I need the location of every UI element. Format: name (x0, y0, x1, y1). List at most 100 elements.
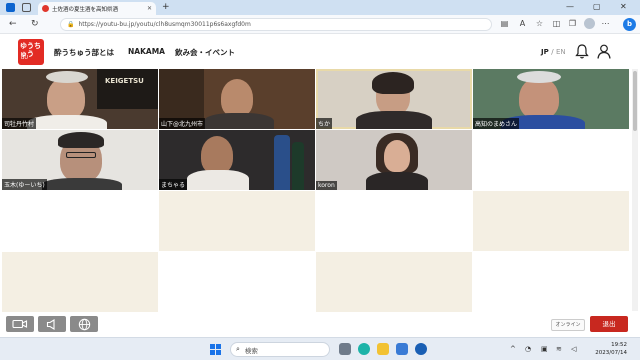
windows-start-icon[interactable] (210, 344, 221, 355)
address-bar[interactable]: 🔒 https://youtu-bu.jp/youtu/clh8usmqm300… (60, 18, 492, 31)
browser-app-icon[interactable] (415, 343, 427, 355)
split-screen-icon[interactable]: ◫ (552, 19, 561, 28)
empty-slot (316, 191, 472, 251)
close-window-icon[interactable]: ✕ (620, 1, 627, 13)
globe-button[interactable] (70, 316, 98, 332)
video-tile[interactable]: koron (316, 130, 472, 190)
participant-hair (46, 71, 88, 83)
read-aloud-icon[interactable]: A (518, 19, 527, 28)
video-tile[interactable]: まちゃる (159, 130, 315, 190)
participant-name: 司牡丹竹村 (2, 118, 37, 129)
tab-title: 土佐酒の夏生酒を高知県酒 (52, 6, 119, 13)
nav-about[interactable]: 酔うちゅう部とは (54, 47, 114, 58)
empty-slot (2, 191, 158, 251)
page-scrollbar[interactable] (632, 69, 638, 311)
participant-face (519, 77, 559, 119)
participant-body (356, 111, 432, 129)
task-view-icon[interactable] (339, 343, 351, 355)
call-controls: オンライン 退出 (0, 312, 632, 336)
browser-toolbar: ← ↻ 🔒 https://youtu-bu.jp/youtu/clh8usmq… (0, 15, 640, 34)
nav-nakama[interactable]: NAKAMA (128, 47, 165, 56)
taskbar-search[interactable]: ⌕ 検索 (230, 342, 330, 357)
participant-name: 玉木(ゆーいち) (2, 179, 47, 190)
scrollbar-thumb[interactable] (633, 71, 637, 131)
backdrop-sign (97, 69, 158, 109)
browser-profile-icon[interactable] (6, 3, 15, 12)
empty-slot (316, 252, 472, 312)
speaker-toggle-button[interactable] (38, 316, 66, 332)
new-tab-icon[interactable]: + (162, 2, 170, 13)
refresh-icon[interactable]: ↻ (31, 18, 39, 30)
tray-chevron-icon[interactable]: ^ (510, 344, 516, 354)
participant-name: 高知のまめさん (473, 118, 520, 129)
site-logo[interactable]: ゆうちゅう BU (18, 39, 44, 65)
more-menu-icon[interactable]: ⋯ (601, 19, 610, 28)
keigetsu-sign: KEIGETSU (105, 77, 144, 85)
volume-icon[interactable]: ◁ (571, 344, 576, 354)
participant-name: koron (316, 181, 337, 190)
lang-separator: / (551, 48, 554, 56)
empty-slot (159, 252, 315, 312)
copilot-icon[interactable]: b (623, 18, 636, 31)
browser-tab[interactable]: 土佐酒の夏生酒を高知県酒 ✕ (38, 2, 156, 15)
participant-face (221, 79, 253, 117)
participant-glasses (66, 152, 96, 158)
favorite-star-icon[interactable]: ☆ (535, 19, 544, 28)
site-favicon-icon (42, 5, 49, 12)
reader-view-icon[interactable]: ▤ (500, 19, 509, 28)
exit-button[interactable]: 退出 (590, 316, 628, 332)
tray-app-icon[interactable]: ▣ (541, 344, 548, 354)
video-tile[interactable]: KEIGETSU 司牡丹竹村 (2, 69, 158, 129)
tab-actions-icon[interactable] (22, 3, 31, 12)
camera-toggle-button[interactable] (6, 316, 34, 332)
bell-icon[interactable] (575, 44, 589, 59)
lang-en[interactable]: EN (556, 48, 566, 56)
user-profile-avatar[interactable] (584, 18, 595, 29)
lang-jp[interactable]: JP (541, 48, 549, 56)
minimize-icon[interactable]: — (566, 1, 574, 13)
video-tile-active-speaker[interactable]: ちか (316, 69, 472, 129)
windows-taskbar: ⌕ 検索 ^ ◔ ▣ ≋ ◁ 19:52 2023/07/14 (0, 337, 640, 360)
user-account-icon[interactable] (597, 44, 611, 59)
maximize-icon[interactable]: ▢ (593, 1, 601, 13)
language-switcher[interactable]: JP / EN (541, 48, 566, 56)
participant-name: 山下@北九州市 (159, 118, 206, 129)
browser-tab-strip: 土佐酒の夏生酒を高知県酒 ✕ + — ▢ ✕ (0, 0, 640, 15)
search-placeholder: 検索 (244, 346, 258, 355)
store-icon[interactable] (396, 343, 408, 355)
back-arrow-icon[interactable]: ← (9, 18, 17, 30)
wifi-icon[interactable]: ≋ (556, 344, 562, 354)
nav-events[interactable]: 飲み会・イベント (175, 47, 235, 58)
empty-slot (159, 191, 315, 251)
sake-bottle (292, 142, 304, 190)
collections-icon[interactable]: ❐ (568, 19, 577, 28)
close-tab-icon[interactable]: ✕ (147, 5, 152, 12)
participant-face-front (384, 140, 410, 172)
video-tile[interactable]: 玉木(ゆーいち) (2, 130, 158, 190)
file-explorer-icon[interactable] (377, 343, 389, 355)
video-tile[interactable]: 山下@北九州市 (159, 69, 315, 129)
participant-name: ちか (316, 118, 333, 129)
empty-slot (2, 252, 158, 312)
empty-slot (473, 130, 629, 190)
logo-subtext: BU (21, 55, 29, 61)
participant-hair (372, 72, 414, 94)
globe-icon (78, 318, 90, 330)
participant-name: まちゃる (159, 179, 188, 190)
participant-body (366, 172, 428, 190)
clock-time: 19:52 (611, 342, 627, 348)
speaker-icon (46, 318, 55, 330)
empty-slot (473, 252, 629, 312)
video-camera-icon (12, 319, 28, 329)
lock-icon: 🔒 (67, 21, 75, 28)
sake-bottle (274, 135, 290, 190)
video-grid: KEIGETSU 司牡丹竹村 山下@北九州市 ちか 高知のまめさん 玉木(ゆーい… (2, 69, 630, 312)
network-icon[interactable]: ◔ (525, 344, 531, 354)
participant-hair (58, 132, 104, 148)
edge-browser-icon[interactable] (358, 343, 370, 355)
taskbar-clock[interactable]: 19:52 2023/07/14 (591, 341, 627, 357)
empty-slot (473, 191, 629, 251)
participant-face (201, 136, 233, 174)
participant-body (42, 178, 122, 190)
video-tile[interactable]: 高知のまめさん (473, 69, 629, 129)
